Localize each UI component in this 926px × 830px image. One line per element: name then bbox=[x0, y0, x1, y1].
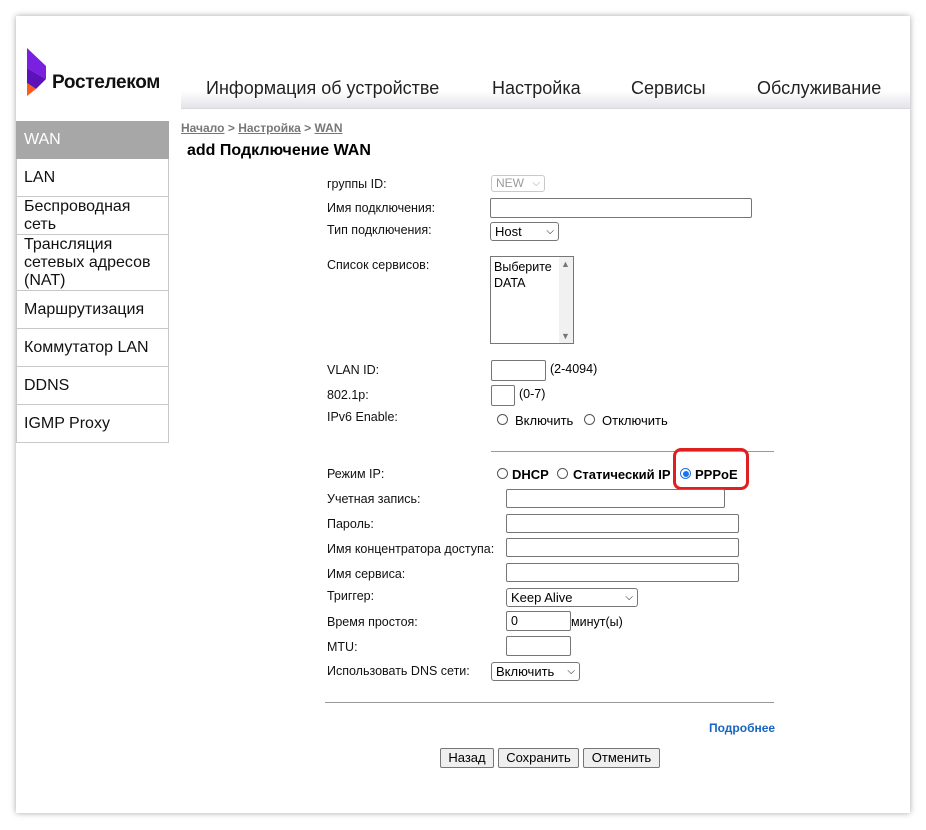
idle-time-unit: минут(ы) bbox=[571, 615, 623, 629]
dot1p-range: (0-7) bbox=[519, 387, 546, 401]
more-details-link[interactable]: Подробнее bbox=[709, 721, 775, 735]
connection-type-select[interactable]: Host ⌵ bbox=[490, 222, 559, 241]
sidebar-item-lan-switch[interactable]: Коммутатор LAN bbox=[16, 329, 169, 367]
breadcrumb: Начало > Настройка > WAN bbox=[181, 121, 343, 135]
router-page: Ростелеком Информация об устройстве Наст… bbox=[16, 16, 910, 813]
mtu-label: MTU: bbox=[327, 640, 358, 654]
brand-name: Ростелеком bbox=[52, 72, 161, 93]
save-button[interactable]: Сохранить bbox=[498, 748, 579, 768]
back-button[interactable]: Назад bbox=[440, 748, 494, 768]
services-option[interactable]: DATA bbox=[494, 276, 525, 290]
use-dns-select[interactable]: Включить ⌵ bbox=[491, 662, 580, 681]
ac-name-label: Имя концентратора доступа: bbox=[327, 542, 495, 556]
ipv6-enable-text: Включить bbox=[515, 413, 574, 428]
trigger-value: Keep Alive bbox=[511, 590, 573, 605]
tab-maintenance[interactable]: Обслуживание bbox=[757, 78, 881, 99]
ipv6-label: IPv6 Enable: bbox=[327, 410, 398, 424]
rostelecom-logo-icon bbox=[27, 48, 46, 96]
sidebar-item-igmp-proxy[interactable]: IGMP Proxy bbox=[16, 405, 169, 443]
sidebar-item-lan[interactable]: LAN bbox=[16, 159, 169, 197]
sidebar-item-ddns[interactable]: DDNS bbox=[16, 367, 169, 405]
ip-mode-label: Режим IP: bbox=[327, 467, 385, 481]
ac-name-input[interactable] bbox=[506, 538, 739, 557]
services-scrollbar[interactable]: ▲ ▼ bbox=[559, 257, 573, 343]
chevron-down-icon: ⌵ bbox=[567, 666, 575, 677]
ip-mode-static-text: Статический IP bbox=[573, 467, 671, 482]
sidebar-item-wan[interactable]: WAN bbox=[16, 121, 169, 159]
password-input[interactable] bbox=[506, 514, 739, 533]
scroll-down-icon[interactable]: ▼ bbox=[561, 331, 570, 341]
connection-type-value: Host bbox=[495, 224, 522, 239]
ip-mode-dhcp-radio[interactable] bbox=[497, 468, 508, 479]
dot1p-label: 802.1p: bbox=[327, 388, 369, 402]
connection-name-label: Имя подключения: bbox=[327, 201, 436, 215]
breadcrumb-separator: > bbox=[227, 121, 235, 135]
ipv6-disable-text: Отключить bbox=[602, 413, 668, 428]
services-listbox[interactable]: Выберите DATA ▲ ▼ bbox=[490, 256, 574, 344]
sidebar-item-routing[interactable]: Маршрутизация bbox=[16, 291, 169, 329]
trigger-select[interactable]: Keep Alive ⌵ bbox=[506, 588, 638, 607]
tab-settings[interactable]: Настройка bbox=[492, 78, 581, 99]
chevron-down-icon: ⌵ bbox=[532, 178, 540, 189]
cancel-button[interactable]: Отменить bbox=[583, 748, 660, 768]
use-dns-value: Включить bbox=[496, 664, 555, 679]
tab-device-info[interactable]: Информация об устройстве bbox=[206, 78, 439, 99]
ipv6-enable-radio[interactable] bbox=[497, 414, 508, 425]
breadcrumb-home[interactable]: Начало bbox=[181, 121, 224, 135]
chevron-down-icon: ⌵ bbox=[625, 592, 633, 603]
bottom-divider bbox=[325, 702, 774, 703]
services-list-label: Список сервисов: bbox=[327, 258, 430, 272]
vlan-id-label: VLAN ID: bbox=[327, 363, 380, 377]
service-name-label: Имя сервиса: bbox=[327, 567, 406, 581]
scroll-up-icon[interactable]: ▲ bbox=[561, 259, 570, 269]
connection-type-label: Тип подключения: bbox=[327, 223, 432, 237]
account-input[interactable] bbox=[506, 489, 725, 508]
group-id-label: группы ID: bbox=[327, 177, 387, 191]
use-dns-label: Использовать DNS сети: bbox=[327, 664, 470, 678]
breadcrumb-settings[interactable]: Настройка bbox=[238, 121, 301, 135]
connection-name-input[interactable] bbox=[490, 198, 752, 218]
chevron-down-icon: ⌵ bbox=[546, 226, 554, 237]
tab-services[interactable]: Сервисы bbox=[631, 78, 706, 99]
vlan-id-range: (2-4094) bbox=[550, 362, 598, 376]
idle-time-input[interactable] bbox=[506, 611, 571, 631]
services-option[interactable]: Выберите bbox=[494, 260, 552, 274]
ip-mode-dhcp-text: DHCP bbox=[512, 467, 549, 482]
group-id-value: NEW bbox=[496, 176, 524, 190]
trigger-label: Триггер: bbox=[327, 589, 375, 603]
vlan-id-input[interactable] bbox=[491, 360, 546, 381]
account-label: Учетная запись: bbox=[327, 492, 421, 506]
sidebar-item-wireless[interactable]: Беспроводная сеть bbox=[16, 197, 169, 235]
page-title: add Подключение WAN bbox=[187, 142, 371, 159]
top-navigation: Информация об устройстве Настройка Серви… bbox=[181, 70, 910, 109]
breadcrumb-separator: > bbox=[304, 121, 312, 135]
breadcrumb-wan[interactable]: WAN bbox=[315, 121, 343, 135]
password-label: Пароль: bbox=[327, 517, 374, 531]
dot1p-input[interactable] bbox=[491, 385, 515, 406]
pppoe-highlight-box bbox=[673, 448, 749, 490]
service-name-input[interactable] bbox=[506, 563, 739, 582]
sidebar-item-nat[interactable]: Трансляция сетевых адресов (NAT) bbox=[16, 235, 169, 291]
group-id-select: NEW ⌵ bbox=[491, 175, 545, 192]
ip-mode-static-radio[interactable] bbox=[557, 468, 568, 479]
idle-time-label: Время простоя: bbox=[327, 615, 418, 629]
ipv6-disable-radio[interactable] bbox=[584, 414, 595, 425]
mtu-input[interactable] bbox=[506, 636, 571, 656]
